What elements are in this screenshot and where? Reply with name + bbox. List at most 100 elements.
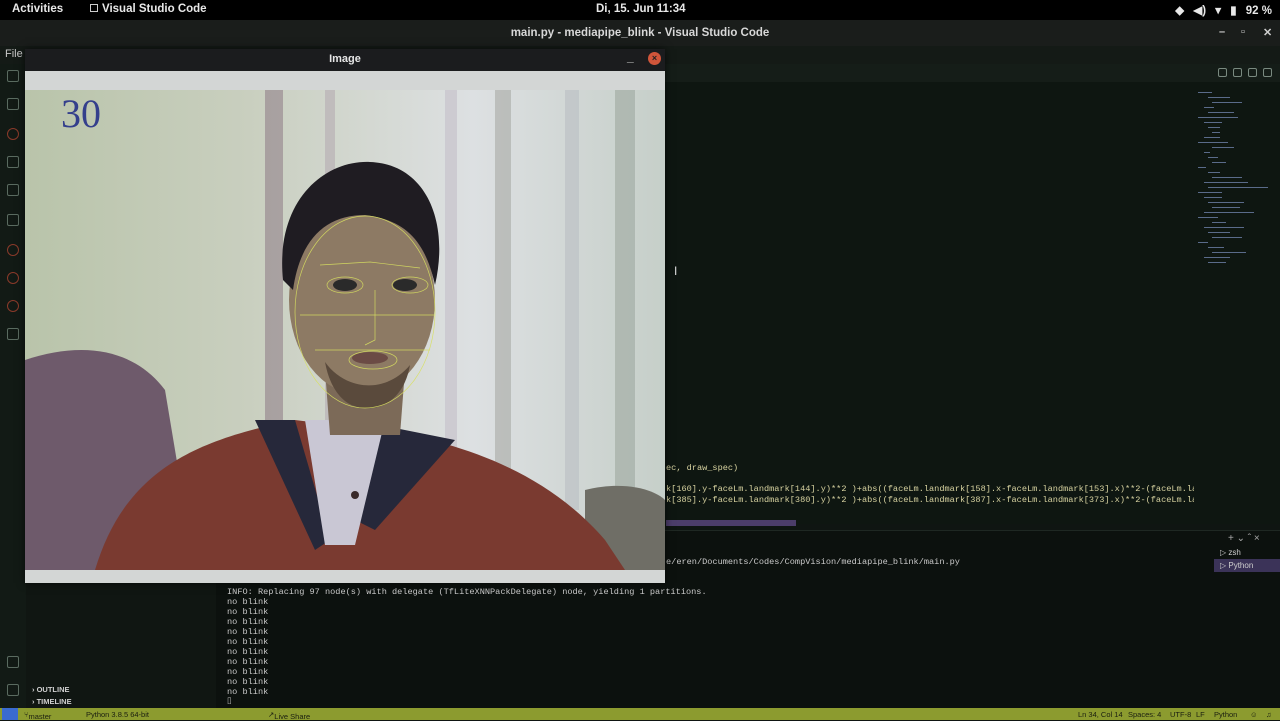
minimap-line bbox=[1208, 262, 1226, 263]
code-line[interactable]: k[160].y-faceLm.landmark[144].y)**2 )+ab… bbox=[666, 484, 1194, 494]
minimize-icon[interactable]: _ bbox=[627, 50, 634, 64]
close-icon[interactable]: × bbox=[648, 52, 661, 65]
settings-gear-icon[interactable] bbox=[7, 684, 19, 696]
indentation[interactable]: Spaces: 4 bbox=[1128, 710, 1161, 719]
vpn-icon: ▾ bbox=[1215, 5, 1222, 17]
python-interpreter[interactable]: Python 3.8.5 64-bit bbox=[86, 710, 149, 719]
minimap-line bbox=[1208, 112, 1234, 113]
activities-button[interactable]: Activities bbox=[12, 3, 63, 15]
minimap-line bbox=[1198, 117, 1238, 118]
volume-icon: ◀) bbox=[1193, 5, 1207, 17]
terminal-tab-label: zsh bbox=[1228, 548, 1241, 557]
minimap-line bbox=[1204, 152, 1210, 153]
minimap-line bbox=[1204, 212, 1254, 213]
code-line[interactable]: k[385].y-faceLm.landmark[380].y)**2 )+ab… bbox=[666, 495, 1194, 505]
minimap-line bbox=[1204, 182, 1248, 183]
minimap-line bbox=[1212, 102, 1242, 103]
minimap-line bbox=[1208, 232, 1230, 233]
cursor-position[interactable]: Ln 34, Col 14 bbox=[1078, 710, 1123, 719]
minimap-line bbox=[1198, 92, 1212, 93]
vscode-title-bar: main.py - mediapipe_blink - Visual Studi… bbox=[0, 20, 1280, 46]
text-cursor: I bbox=[674, 264, 678, 278]
minimap-line bbox=[1208, 157, 1218, 158]
code-line[interactable]: ec, draw_spec) bbox=[666, 463, 1186, 473]
panel-actions: + ⌄ ˆ × bbox=[1228, 533, 1260, 544]
source-control-icon[interactable] bbox=[7, 128, 19, 140]
image-window-title: Image bbox=[329, 53, 361, 65]
feedback-icon[interactable]: ☺ bbox=[1250, 710, 1258, 719]
terminal-output-line: no blink bbox=[227, 607, 269, 617]
run-file-icon[interactable] bbox=[1218, 68, 1227, 77]
maximize-icon[interactable]: ▫ bbox=[1241, 26, 1245, 38]
image-window-titlebar[interactable]: Image _ × bbox=[25, 49, 665, 71]
split-editor-icon[interactable] bbox=[1248, 68, 1257, 77]
opencv-image-window[interactable]: Image _ × 30 bbox=[25, 49, 665, 583]
remote-indicator-icon[interactable] bbox=[2, 708, 18, 720]
vscode-app-icon bbox=[90, 4, 98, 12]
system-tray[interactable]: ◆ ◀) ▾ ▮ 92 % bbox=[1169, 3, 1272, 17]
language-mode[interactable]: Python bbox=[1214, 710, 1237, 719]
extensions-icon[interactable] bbox=[7, 184, 19, 196]
compare-icon[interactable] bbox=[1233, 68, 1242, 77]
terminal-list: ▷ zsh ▷ Python bbox=[1214, 546, 1280, 572]
accounts-icon[interactable] bbox=[7, 656, 19, 668]
timeline-section[interactable]: › TIMELINE bbox=[32, 697, 72, 706]
app-name: Visual Studio Code bbox=[102, 3, 207, 15]
minimap[interactable] bbox=[1196, 92, 1274, 282]
horizontal-scrollbar[interactable] bbox=[666, 520, 796, 526]
notifications-icon[interactable]: ♫ bbox=[1266, 710, 1272, 719]
minimap-line bbox=[1204, 227, 1244, 228]
close-panel-icon[interactable]: × bbox=[1254, 533, 1260, 544]
minimap-line bbox=[1198, 142, 1228, 143]
outline-section[interactable]: › OUTLINE bbox=[32, 685, 70, 694]
chevron-down-icon[interactable]: ⌄ bbox=[1237, 533, 1245, 544]
terminal-tab-python[interactable]: ▷ Python bbox=[1214, 559, 1280, 572]
fps-counter: 30 bbox=[61, 91, 101, 136]
end-of-line[interactable]: LF bbox=[1196, 710, 1205, 719]
terminal-tab-label: Python bbox=[1228, 561, 1254, 570]
battery-icon: ▮ bbox=[1230, 5, 1237, 17]
live-share-status[interactable]: ↗ Live Share bbox=[268, 710, 310, 721]
encoding[interactable]: UTF-8 bbox=[1170, 710, 1191, 719]
live-share-icon[interactable] bbox=[7, 272, 19, 284]
terminal-output-line: no blink bbox=[227, 657, 269, 667]
minimap-line bbox=[1198, 217, 1218, 218]
activity-bar bbox=[0, 64, 26, 708]
minimap-line bbox=[1208, 172, 1220, 173]
run-debug-icon[interactable] bbox=[7, 156, 19, 168]
timeline-label: TIMELINE bbox=[36, 697, 72, 706]
minimap-line bbox=[1212, 147, 1234, 148]
clock[interactable]: Di, 15. Jun 11:34 bbox=[596, 3, 686, 15]
minimap-line bbox=[1212, 207, 1240, 208]
editor-tab-row bbox=[665, 64, 1280, 82]
terminal-output-line: no blink bbox=[227, 647, 269, 657]
minimap-line bbox=[1198, 242, 1208, 243]
minimap-line bbox=[1212, 162, 1226, 163]
remote-explorer-icon[interactable] bbox=[7, 214, 19, 226]
gitlens-icon[interactable] bbox=[7, 300, 19, 312]
terminal-output-line: no blink bbox=[227, 617, 269, 627]
minimize-icon[interactable]: – bbox=[1219, 26, 1225, 38]
terminal-output-line: no blink bbox=[227, 667, 269, 677]
maximize-panel-icon[interactable]: ˆ bbox=[1248, 533, 1251, 544]
terminal-tab-zsh[interactable]: ▷ zsh bbox=[1214, 546, 1280, 559]
menu-file[interactable]: File bbox=[5, 48, 23, 60]
minimap-line bbox=[1208, 202, 1244, 203]
battery-level: 92 % bbox=[1245, 5, 1272, 17]
outline-label: OUTLINE bbox=[36, 685, 70, 694]
more-actions-icon[interactable] bbox=[1263, 68, 1272, 77]
new-terminal-icon[interactable]: + bbox=[1228, 533, 1234, 544]
close-icon[interactable]: ✕ bbox=[1263, 26, 1272, 39]
git-branch[interactable]: ⑂ master bbox=[24, 710, 51, 721]
docker-icon[interactable] bbox=[7, 244, 19, 256]
testing-icon[interactable] bbox=[7, 328, 19, 340]
minimap-line bbox=[1208, 97, 1230, 98]
minimap-line bbox=[1204, 137, 1220, 138]
search-icon[interactable] bbox=[7, 98, 19, 110]
terminal-output-line: no blink bbox=[227, 597, 269, 607]
minimap-line bbox=[1208, 187, 1268, 188]
network-icon: ◆ bbox=[1175, 5, 1185, 17]
explorer-icon[interactable] bbox=[7, 70, 19, 82]
terminal-info-line: INFO: Replacing 97 node(s) with delegate… bbox=[227, 587, 707, 597]
app-menu[interactable]: Visual Studio Code bbox=[90, 3, 207, 15]
